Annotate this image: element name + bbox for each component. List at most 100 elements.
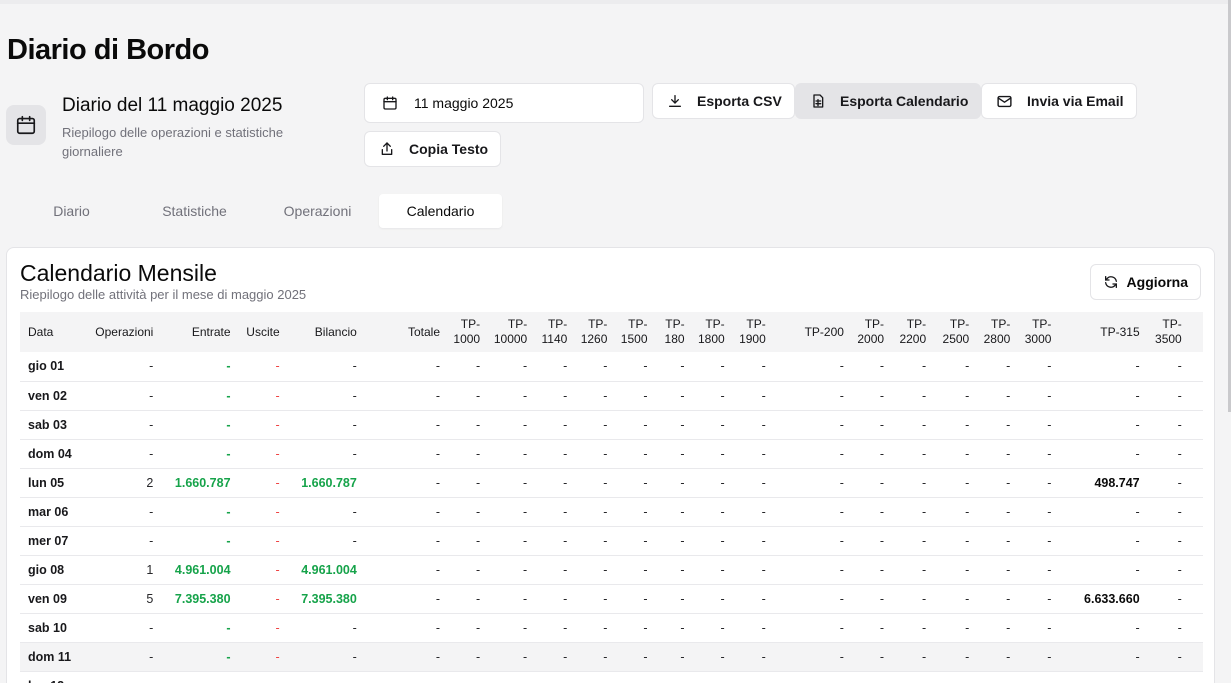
- calendar-icon: [6, 105, 46, 145]
- table-cell: -: [488, 468, 536, 498]
- refresh-button[interactable]: Aggiorna: [1089, 264, 1201, 300]
- table-cell: -: [238, 497, 288, 527]
- table-cell: -: [773, 468, 852, 498]
- table-cell: -: [448, 497, 489, 527]
- table-cell: -: [934, 410, 978, 440]
- table-row[interactable]: sab 10- - - - - - - - - - - - - - - - - - - - -: [20, 613, 1203, 643]
- tab-calendario[interactable]: Calendario: [379, 194, 502, 228]
- calendar-table-wrap[interactable]: Data Operazioni Entrate Uscite Bilancio Total…: [20, 312, 1203, 683]
- table-cell: [1018, 671, 1060, 683]
- table-row[interactable]: gio 08 1 4.961.004-4.961.004- - - - - - - - - - - - - -…: [20, 555, 1203, 585]
- table-cell: gio 08: [20, 555, 83, 585]
- table-cell: -: [488, 555, 536, 585]
- table-cell: -: [238, 526, 288, 556]
- table-row[interactable]: dom 04- - - - - - - - - - - - - - - - - - - - -: [20, 439, 1203, 469]
- table-cell: -: [1059, 497, 1148, 527]
- table-row[interactable]: sab 03- - - - - - - - - - - - - - - - - - - - -: [20, 410, 1203, 440]
- table-cell: -: [732, 642, 774, 672]
- tab-statistiche[interactable]: Statistiche: [133, 194, 256, 228]
- table-row[interactable]: mar 06- - - - - - - - - - - - - - - - - - - - -: [20, 497, 1203, 527]
- table-cell: gio 01: [20, 352, 83, 382]
- table-row[interactable]: lun 05 2 1.660.787-1.660.787- - - - - - - - - - - - - -…: [20, 468, 1203, 498]
- table-cell: -: [615, 439, 656, 469]
- table-cell: -: [615, 352, 656, 382]
- table-cell: -: [535, 410, 576, 440]
- table-cell: -: [732, 497, 774, 527]
- table-cell: ven 02: [20, 381, 83, 411]
- table-cell: -: [934, 526, 978, 556]
- table-cell: -: [287, 439, 365, 469]
- table-row[interactable]: gio 01- - - - - - - - - - - - - - - - - - - - -: [20, 352, 1203, 382]
- refresh-label: Aggiorna: [1126, 274, 1188, 290]
- table-cell: -: [161, 642, 239, 672]
- table-cell: [364, 671, 449, 683]
- table-body: gio 01- - - - - - - - - - - - - - - - - - - - - ven 02- - - - - - -…: [20, 352, 1203, 683]
- table-cell: -: [535, 439, 576, 469]
- column-header: TP-3500: [1155, 317, 1182, 346]
- calendar-title: Calendario Mensile: [20, 260, 217, 286]
- table-cell: -: [161, 381, 239, 411]
- tab-diario[interactable]: Diario: [10, 194, 133, 228]
- table-cell: -: [535, 642, 576, 672]
- table-cell: [238, 671, 288, 683]
- table-cell: -: [82, 497, 162, 527]
- table-row[interactable]: ven 09 5 7.395.380-7.395.380- - - - - - - - - - - - - -…: [20, 584, 1203, 614]
- table-cell: -: [1147, 584, 1190, 614]
- table-cell: -: [238, 381, 288, 411]
- table-cell: 5: [82, 584, 162, 614]
- table-cell: -: [892, 410, 935, 440]
- table-row[interactable]: lun 12: [20, 671, 1203, 683]
- copy-text-label: Copia Testo: [409, 141, 489, 157]
- table-cell: -: [892, 555, 935, 585]
- table-cell: -: [892, 497, 935, 527]
- column-header: TP-1000: [453, 317, 481, 346]
- table-cell: -: [732, 555, 774, 585]
- table-cell: -: [732, 584, 774, 614]
- table-cell: -: [287, 613, 365, 643]
- table-cell: -: [238, 352, 288, 382]
- table-cell: -: [655, 410, 693, 440]
- copy-text-button[interactable]: Copia Testo: [364, 131, 502, 167]
- table-cell: -: [364, 613, 449, 643]
- table-cell: -: [535, 526, 576, 556]
- table-cell: -: [934, 497, 978, 527]
- table-cell: [287, 671, 365, 683]
- table-row[interactable]: ven 02- - - - - - - - - - - - - - - - - - - - -: [20, 381, 1203, 411]
- table-cell: -: [287, 381, 365, 411]
- column-header: TP-3000: [1024, 317, 1052, 346]
- table-cell: 4.961.004: [287, 555, 365, 585]
- table-cell: -: [448, 468, 489, 498]
- table-cell: -: [851, 526, 893, 556]
- table-cell: -: [732, 439, 774, 469]
- table-cell: [1147, 671, 1190, 683]
- table-cell: -: [934, 468, 978, 498]
- table-cell: -: [535, 555, 576, 585]
- date-picker[interactable]: 11 maggio 2025: [364, 83, 644, 123]
- table-cell: 1.660.787: [287, 468, 365, 498]
- table-cell: -: [448, 584, 489, 614]
- table-cell: -: [934, 381, 978, 411]
- export-calendar-label: Esporta Calendario: [840, 93, 969, 109]
- table-cell: -: [934, 613, 978, 643]
- calendar-table: Data Operazioni Entrate Uscite Bilancio Total…: [20, 312, 1203, 683]
- export-calendar-button[interactable]: Esporta Calendario: [795, 83, 982, 119]
- table-cell: -: [773, 613, 852, 643]
- export-csv-button[interactable]: Esporta CSV: [652, 83, 795, 119]
- table-cell: dom 04: [20, 439, 83, 469]
- table-cell: -: [364, 584, 449, 614]
- table-cell: -: [892, 352, 935, 382]
- table-cell: -: [287, 352, 365, 382]
- tab-operazioni[interactable]: Operazioni: [256, 194, 379, 228]
- table-cell: -: [851, 642, 893, 672]
- table-cell: lun 05: [20, 468, 83, 498]
- table-row[interactable]: dom 11- - - - - - - - - - - - - - - - - - - - -: [20, 642, 1203, 672]
- table-cell: -: [161, 352, 239, 382]
- table-cell: -: [732, 613, 774, 643]
- send-email-button[interactable]: Invia via Email: [981, 83, 1137, 119]
- table-cell: -: [448, 642, 489, 672]
- column-header: TP-1900: [739, 317, 766, 346]
- table-row[interactable]: mer 07- - - - - - - - - - - - - - - - - - - - -: [20, 526, 1203, 556]
- table-cell: -: [364, 468, 449, 498]
- table-cell: -: [773, 584, 852, 614]
- table-cell: -: [934, 439, 978, 469]
